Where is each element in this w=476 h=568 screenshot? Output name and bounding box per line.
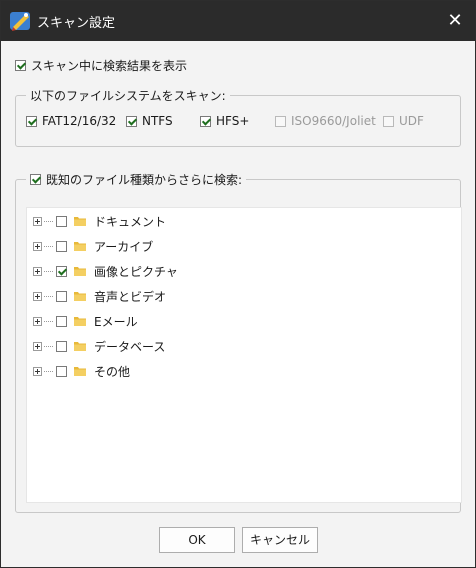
tree-item-documents[interactable]: ドキュメント bbox=[27, 211, 166, 231]
tree-item-audio-video[interactable]: 音声とビデオ bbox=[27, 286, 166, 306]
plus-expander-icon[interactable] bbox=[33, 241, 42, 251]
show-results-checkbox[interactable] bbox=[15, 60, 26, 71]
tree-connector bbox=[44, 245, 53, 247]
fs-iso-option: ISO9660/Joliet bbox=[275, 114, 376, 128]
tree-connector bbox=[44, 220, 53, 222]
tree-archives-checkbox[interactable] bbox=[56, 240, 67, 252]
folder-icon bbox=[74, 317, 86, 326]
tree-item-archives[interactable]: アーカイブ bbox=[27, 236, 153, 256]
folder-icon bbox=[74, 367, 86, 376]
tree-email-label: Eメール bbox=[94, 314, 138, 329]
filesystem-legend: 以下のファイルシステムをスキャン: bbox=[26, 87, 230, 104]
plus-expander-icon[interactable] bbox=[33, 341, 42, 351]
filesystem-group: 以下のファイルシステムをスキャン: FAT12/16/32 NTFS HFS+ … bbox=[15, 87, 461, 147]
fs-iso-label: ISO9660/Joliet bbox=[291, 114, 376, 128]
cancel-button[interactable]: キャンセル bbox=[242, 527, 318, 553]
filesystem-legend-text: 以下のファイルシステムをスキャン: bbox=[30, 89, 226, 103]
folder-icon bbox=[74, 242, 86, 251]
close-icon: ✕ bbox=[447, 10, 463, 31]
tree-database-checkbox[interactable] bbox=[56, 340, 67, 352]
tree-images-checkbox[interactable] bbox=[56, 265, 67, 277]
tree-other-label: その他 bbox=[94, 364, 131, 379]
fs-ntfs-option[interactable]: NTFS bbox=[126, 114, 173, 128]
ok-button[interactable]: OK bbox=[159, 527, 235, 553]
plus-expander-icon[interactable] bbox=[33, 316, 42, 326]
plus-expander-icon[interactable] bbox=[33, 366, 42, 376]
scan-settings-dialog: スキャン設定 ✕ スキャン中に検索結果を表示 以下のファイルシステムをスキャン:… bbox=[0, 0, 476, 568]
app-logo-icon bbox=[10, 12, 30, 31]
fs-ntfs-checkbox[interactable] bbox=[126, 115, 137, 127]
fs-iso-checkbox bbox=[275, 115, 286, 127]
fs-hfs-label: HFS+ bbox=[216, 114, 250, 128]
tree-item-other[interactable]: その他 bbox=[27, 361, 130, 381]
plus-expander-icon[interactable] bbox=[33, 266, 42, 276]
folder-icon bbox=[74, 267, 86, 276]
fs-ntfs-label: NTFS bbox=[142, 114, 173, 128]
tree-connector bbox=[44, 370, 53, 372]
plus-expander-icon[interactable] bbox=[33, 291, 42, 301]
known-types-legend[interactable]: 既知のファイル種類からさらに検索: bbox=[26, 171, 247, 188]
tree-connector bbox=[44, 270, 53, 272]
show-results-label: スキャン中に検索結果を表示 bbox=[31, 59, 188, 73]
window-title: スキャン設定 bbox=[37, 16, 116, 31]
tree-archives-label: アーカイブ bbox=[94, 239, 154, 254]
tree-connector bbox=[44, 295, 53, 297]
tree-database-label: データベース bbox=[94, 339, 166, 354]
fs-hfs-option[interactable]: HFS+ bbox=[200, 114, 249, 128]
fs-udf-checkbox bbox=[383, 115, 394, 127]
fs-udf-label: UDF bbox=[399, 114, 424, 128]
show-results-option[interactable]: スキャン中に検索結果を表示 bbox=[15, 57, 187, 74]
tree-item-database[interactable]: データベース bbox=[27, 336, 165, 356]
fs-udf-option: UDF bbox=[383, 114, 424, 128]
folder-icon bbox=[74, 292, 86, 301]
tree-audio-video-label: 音声とビデオ bbox=[94, 289, 167, 304]
tree-documents-label: ドキュメント bbox=[94, 214, 167, 229]
fs-fat-label: FAT12/16/32 bbox=[42, 114, 117, 128]
known-types-legend-text: 既知のファイル種類からさらに検索: bbox=[46, 173, 243, 187]
tree-connector bbox=[44, 320, 53, 322]
tree-item-email[interactable]: Eメール bbox=[27, 311, 138, 331]
tree-connector bbox=[44, 345, 53, 347]
close-button[interactable]: ✕ bbox=[443, 9, 467, 33]
file-type-tree[interactable]: ドキュメント アーカイブ 画像とピクチャ 音声とビデオ Eメール データベース … bbox=[26, 207, 462, 503]
known-types-group: 既知のファイル種類からさらに検索: ドキュメント アーカイブ 画像とピクチャ 音… bbox=[15, 171, 462, 513]
tree-email-checkbox[interactable] bbox=[56, 315, 67, 327]
title-bar: スキャン設定 ✕ bbox=[1, 1, 475, 41]
tree-other-checkbox[interactable] bbox=[56, 365, 67, 377]
fs-fat-option[interactable]: FAT12/16/32 bbox=[26, 114, 116, 128]
plus-expander-icon[interactable] bbox=[33, 216, 42, 226]
tree-audio-video-checkbox[interactable] bbox=[56, 290, 67, 302]
folder-icon bbox=[74, 217, 86, 226]
fs-fat-checkbox[interactable] bbox=[26, 115, 37, 127]
folder-icon bbox=[74, 342, 86, 351]
fs-hfs-checkbox[interactable] bbox=[200, 115, 211, 127]
tree-item-images[interactable]: 画像とピクチャ bbox=[27, 261, 178, 281]
known-types-checkbox[interactable] bbox=[30, 174, 41, 185]
tree-images-label: 画像とピクチャ bbox=[94, 264, 178, 279]
tree-documents-checkbox[interactable] bbox=[56, 215, 67, 227]
